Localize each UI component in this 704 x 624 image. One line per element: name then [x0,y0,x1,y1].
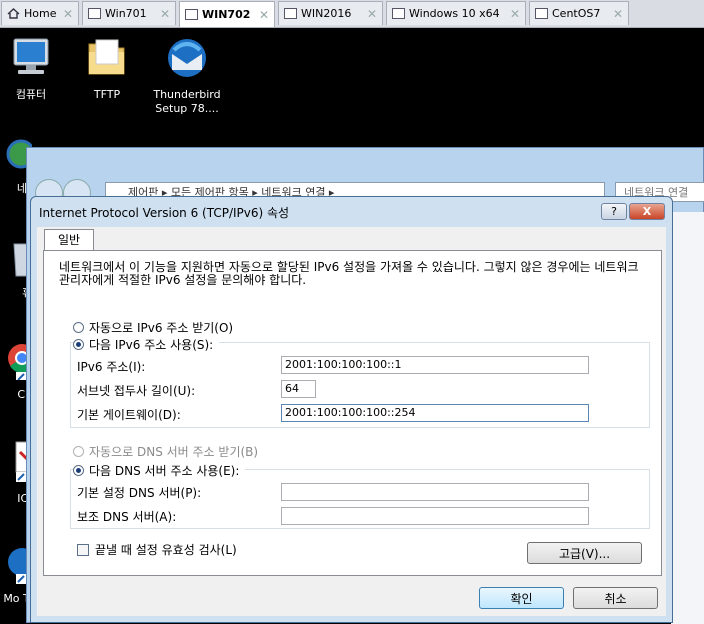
tab-windows10[interactable]: Windows 10 x64 ✕ [386,1,526,25]
manual-dns-radio[interactable]: 다음 DNS 서버 주소 사용(E): [73,462,246,479]
radio-circle [73,322,84,333]
tab-label: WIN702 [202,8,251,21]
desktop-icon-label: TFTP [93,88,121,101]
folder-icon [72,36,142,84]
radio-label: 자동으로 DNS 서버 주소 받기(B) [89,445,259,459]
close-icon[interactable]: ✕ [61,7,75,21]
vm-tab-bar: Home ✕ Win701 ✕ WIN702 ✕ WIN2016 ✕ Windo… [0,0,704,28]
tab-label: WIN2016 [301,7,352,20]
validate-on-exit-checkbox[interactable]: 끝낼 때 설정 유효성 검사(L) [77,541,237,558]
content-pane [671,212,704,624]
tab-label: Win701 [105,7,147,20]
close-icon[interactable]: ✕ [365,7,379,21]
ipv6-address-input[interactable]: 2001:100:100:100::1 [281,356,589,374]
prefix-length-label: 서브넷 접두사 길이(U): [77,384,196,398]
auto-ipv6-radio[interactable]: 자동으로 IPv6 주소 받기(O) [73,319,233,336]
ok-button[interactable]: 확인 [479,587,564,609]
radio-label: 다음 DNS 서버 주소 사용(E): [89,464,240,478]
tab-centos7[interactable]: CentOS7 ✕ [529,1,629,25]
radio-circle [73,465,84,476]
desktop-icon-thunderbird-setup[interactable]: Thunderbird Setup 78.... [152,36,222,116]
desktop-icon-label: Thunderbird Setup 78.... [153,88,221,115]
preferred-dns-label: 기본 설정 DNS 서버(P): [77,486,202,500]
desktop-icon-tftp[interactable]: TFTP [72,36,142,102]
default-gateway-label: 기본 게이트웨이(D): [77,408,181,422]
help-button[interactable]: ? [601,203,627,220]
close-icon[interactable]: ✕ [158,7,172,21]
computer-icon [0,36,66,84]
radio-circle [73,339,84,350]
default-gateway-input[interactable]: 2001:100:100:100::254 [281,404,589,422]
close-icon[interactable]: ✕ [611,7,625,21]
tab-win702[interactable]: WIN702 ✕ [179,1,275,27]
advanced-button[interactable]: 고급(V)... [527,542,642,564]
tab-label: Windows 10 x64 [409,7,500,20]
vm-icon [88,8,101,19]
ipv6-address-label: IPv6 주소(I): [77,360,146,374]
radio-label: 자동으로 IPv6 주소 받기(O) [89,321,234,335]
tab-home[interactable]: Home ✕ [1,1,79,25]
close-button[interactable]: X [629,203,665,220]
checkbox-label: 끝낼 때 설정 유효성 검사(L) [95,543,237,557]
tab-general[interactable]: 일반 [44,229,94,251]
checkbox-box [77,543,89,556]
close-icon[interactable]: ✕ [508,7,522,21]
dialog-body: 일반 네트워크에서 이 기능을 지원하면 자동으로 할당된 IPv6 설정을 가… [37,227,666,616]
vm-icon [535,8,548,19]
alternate-dns-input[interactable] [281,507,589,525]
manual-ipv6-radio[interactable]: 다음 IPv6 주소 사용(S): [73,336,220,353]
thunderbird-icon [152,36,222,84]
close-icon[interactable]: ✕ [257,8,271,22]
vm-icon [185,9,198,20]
dialog-title: Internet Protocol Version 6 (TCP/IPv6) 속… [39,206,290,220]
cancel-button[interactable]: 취소 [573,587,658,609]
radio-label: 다음 IPv6 주소 사용(S): [89,338,214,352]
prefix-length-input[interactable]: 64 [281,380,316,398]
tab-win2016[interactable]: WIN2016 ✕ [278,1,383,25]
alternate-dns-label: 보조 DNS 서버(A): [77,510,177,524]
ipv6-properties-dialog: Internet Protocol Version 6 (TCP/IPv6) 속… [30,196,673,623]
description-text: 네트워크에서 이 기능을 지원하면 자동으로 할당된 IPv6 설정을 가져올 … [59,260,639,287]
vm-icon [392,8,405,19]
desktop-icon-label: 컴퓨터 [15,88,47,101]
general-panel: 네트워크에서 이 기능을 지원하면 자동으로 할당된 IPv6 설정을 가져올 … [43,250,662,576]
vm-icon [284,8,297,19]
preferred-dns-input[interactable] [281,483,589,501]
auto-dns-radio[interactable]: 자동으로 DNS 서버 주소 받기(B) [73,443,258,460]
home-icon [7,8,20,19]
desktop-icon-computer[interactable]: 컴퓨터 [0,36,66,102]
tab-label: CentOS7 [552,7,601,20]
tab-win701[interactable]: Win701 ✕ [82,1,176,25]
radio-circle [73,446,84,457]
tab-label: Home [24,7,57,20]
